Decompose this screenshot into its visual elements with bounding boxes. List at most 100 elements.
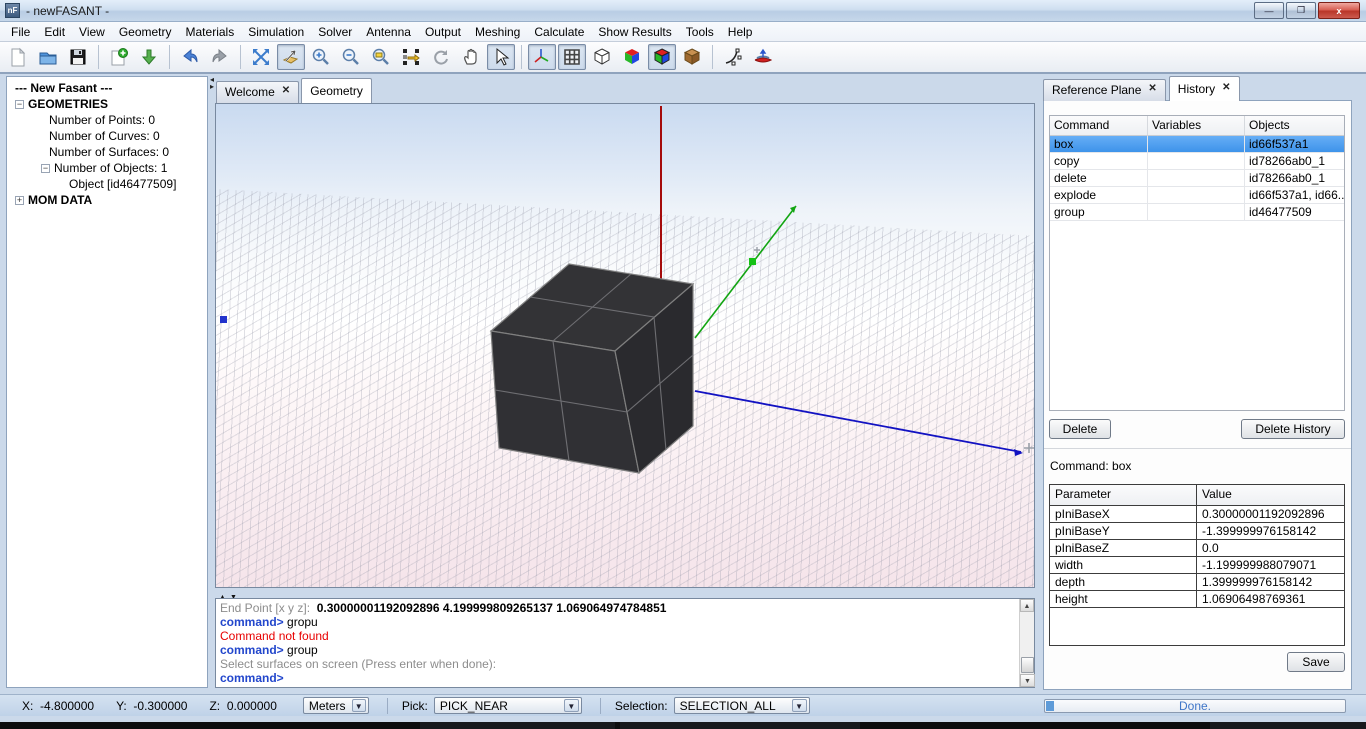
col-objects[interactable]: Objects	[1245, 116, 1344, 136]
col-parameter[interactable]: Parameter	[1050, 485, 1197, 505]
history-row[interactable]: delete id78266ab0_1	[1050, 170, 1344, 187]
tab-reference-plane[interactable]: Reference Plane ✕	[1043, 79, 1166, 101]
expand-icon[interactable]: +	[15, 196, 24, 205]
col-command[interactable]: Command	[1050, 116, 1148, 136]
history-table[interactable]: Command Variables Objects box id66f537a1…	[1049, 115, 1345, 411]
shaded-edges-icon[interactable]	[648, 44, 676, 70]
menu-calculate[interactable]: Calculate	[527, 23, 591, 41]
collapse-icon[interactable]: −	[15, 100, 24, 109]
param-row[interactable]: pIniBaseZ 0.0	[1050, 540, 1344, 557]
scroll-thumb[interactable]	[1021, 657, 1034, 673]
shaded-icon[interactable]	[618, 44, 646, 70]
history-row[interactable]: explode id66f537a1, id66...	[1050, 187, 1344, 204]
close-tab-icon[interactable]: ✕	[1222, 82, 1230, 93]
restore-button[interactable]: ❐	[1286, 2, 1316, 19]
grid-icon[interactable]	[558, 44, 586, 70]
console-prompt-line[interactable]: command>	[220, 671, 1016, 685]
tree-geometries[interactable]: GEOMETRIES	[28, 97, 108, 111]
save-button[interactable]: Save	[1287, 652, 1345, 672]
delete-button[interactable]: Delete	[1049, 419, 1111, 439]
select-icon[interactable]	[487, 44, 515, 70]
zoom-out-icon[interactable]	[337, 44, 365, 70]
new-project-icon[interactable]	[105, 44, 133, 70]
param-row[interactable]: pIniBaseX 0.30000001192092896	[1050, 506, 1344, 523]
col-value[interactable]: Value	[1197, 485, 1344, 505]
expand-left-icon[interactable]: ▸	[208, 83, 216, 90]
curve-tool-icon[interactable]	[719, 44, 747, 70]
history-row[interactable]: box id66f537a1	[1050, 136, 1344, 153]
pan-icon[interactable]	[457, 44, 485, 70]
orbit-icon[interactable]	[277, 44, 305, 70]
console-hint-line: Select surfaces on screen (Press enter w…	[220, 657, 1016, 671]
y-axis-handle[interactable]	[749, 258, 756, 265]
box-object[interactable]	[491, 264, 693, 473]
show-hide-icon[interactable]	[397, 44, 425, 70]
param-row[interactable]: pIniBaseY -1.399999976158142	[1050, 523, 1344, 540]
rotate-view-icon[interactable]	[427, 44, 455, 70]
wireframe-icon[interactable]	[588, 44, 616, 70]
tree-objects[interactable]: Number of Objects: 1	[54, 161, 167, 175]
progress-text: Done.	[1045, 700, 1345, 713]
close-tab-icon[interactable]: ✕	[282, 85, 290, 96]
close-tab-icon[interactable]: ✕	[1148, 83, 1156, 94]
3d-viewport[interactable]	[215, 103, 1035, 588]
fit-view-icon[interactable]	[247, 44, 275, 70]
menu-antenna[interactable]: Antenna	[359, 23, 418, 41]
console-line: command> group	[220, 643, 1016, 657]
selection-select[interactable]: SELECTION_ALL▼	[674, 697, 810, 714]
axes-icon[interactable]	[528, 44, 556, 70]
tab-history[interactable]: History ✕	[1169, 76, 1240, 101]
new-file-icon[interactable]	[4, 44, 32, 70]
close-button[interactable]: x	[1318, 2, 1360, 19]
tree-points[interactable]: Number of Points: 0	[49, 113, 155, 127]
tab-geometry[interactable]: Geometry	[301, 78, 372, 103]
units-select[interactable]: Meters▼	[303, 697, 369, 714]
menu-tools[interactable]: Tools	[679, 23, 721, 41]
import-icon[interactable]	[135, 44, 163, 70]
menu-file[interactable]: File	[4, 23, 37, 41]
tree-mom-data[interactable]: MOM DATA	[28, 193, 92, 207]
collapse-icon[interactable]: −	[41, 164, 50, 173]
zoom-window-icon[interactable]	[367, 44, 395, 70]
param-row[interactable]: width -1.199999988079071	[1050, 557, 1344, 574]
menu-view[interactable]: View	[72, 23, 112, 41]
param-row[interactable]: depth 1.399999976158142	[1050, 574, 1344, 591]
open-file-icon[interactable]	[34, 44, 62, 70]
param-row[interactable]: height 1.06906498769361	[1050, 591, 1344, 608]
redo-icon[interactable]	[206, 44, 234, 70]
minimize-button[interactable]: —	[1254, 2, 1284, 19]
history-row[interactable]: group id46477509	[1050, 204, 1344, 221]
chevron-down-icon: ▼	[792, 699, 807, 712]
console-splitter[interactable]: ▲▼	[215, 588, 1035, 598]
command-console[interactable]: End Point [x y z]: 0.30000001192092896 4…	[215, 598, 1035, 688]
menu-solver[interactable]: Solver	[311, 23, 359, 41]
menu-meshing[interactable]: Meshing	[468, 23, 527, 41]
delete-history-button[interactable]: Delete History	[1241, 419, 1345, 439]
zoom-in-icon[interactable]	[307, 44, 335, 70]
undo-icon[interactable]	[176, 44, 204, 70]
tree-root-label: --- New Fasant ---	[15, 81, 112, 95]
point-marker[interactable]	[220, 316, 227, 323]
parameter-table[interactable]: Parameter Value pIniBaseX 0.300000011920…	[1049, 484, 1345, 646]
scroll-up-icon[interactable]: ▲	[1020, 599, 1034, 612]
col-variables[interactable]: Variables	[1148, 116, 1245, 136]
textured-icon[interactable]	[678, 44, 706, 70]
menu-geometry[interactable]: Geometry	[112, 23, 179, 41]
menu-show-results[interactable]: Show Results	[591, 23, 678, 41]
reference-plane-icon[interactable]	[749, 44, 777, 70]
command-label: Command: box	[1050, 459, 1131, 473]
tree-object-item[interactable]: Object [id46477509]	[69, 177, 176, 191]
scroll-down-icon[interactable]: ▼	[1020, 674, 1035, 687]
history-row[interactable]: copy id78266ab0_1	[1050, 153, 1344, 170]
menu-output[interactable]: Output	[418, 23, 468, 41]
menu-simulation[interactable]: Simulation	[241, 23, 311, 41]
menu-materials[interactable]: Materials	[179, 23, 242, 41]
tree-surfaces[interactable]: Number of Surfaces: 0	[49, 145, 169, 159]
menu-edit[interactable]: Edit	[37, 23, 72, 41]
save-icon[interactable]	[64, 44, 92, 70]
pick-select[interactable]: PICK_NEAR▼	[434, 697, 582, 714]
tree-curves[interactable]: Number of Curves: 0	[49, 129, 160, 143]
tab-welcome[interactable]: Welcome ✕	[216, 81, 299, 103]
menu-help[interactable]: Help	[721, 23, 760, 41]
console-scrollbar[interactable]: ▲ ▼	[1019, 599, 1034, 687]
